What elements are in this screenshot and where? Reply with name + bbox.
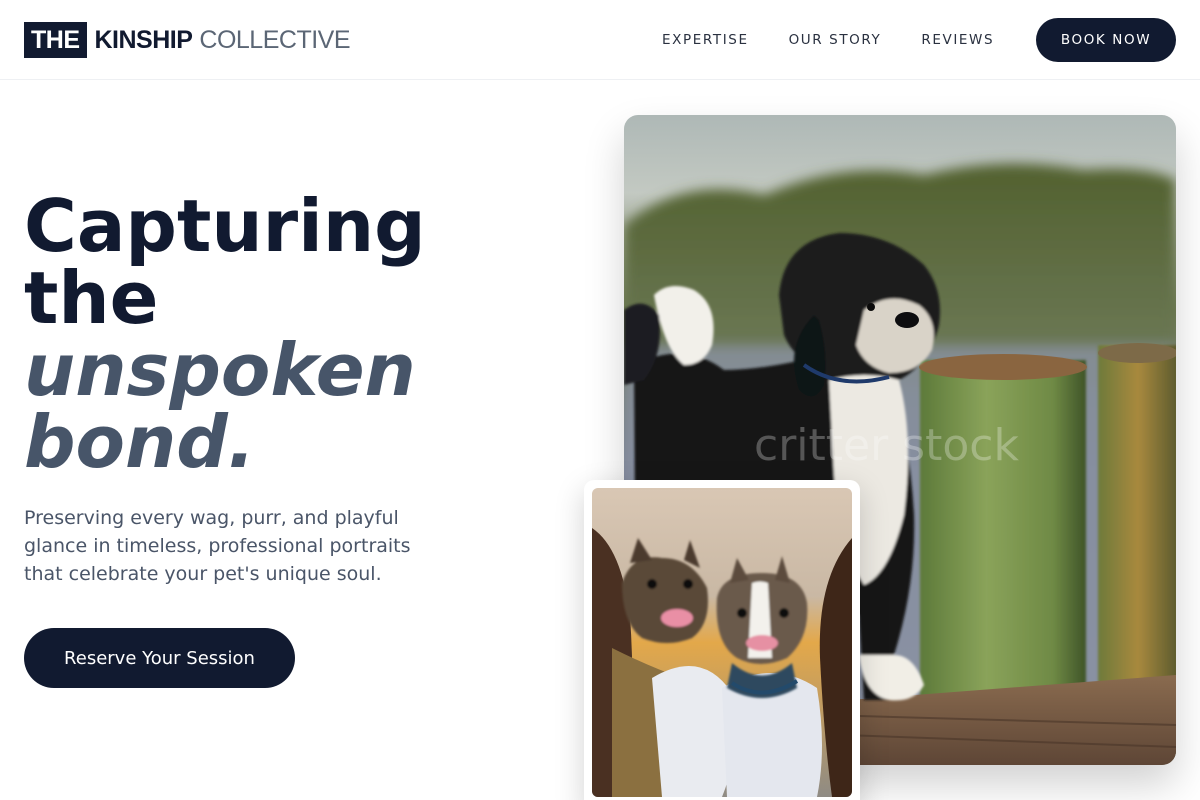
- logo-light-text: COLLECTIVE: [199, 25, 351, 54]
- logo-mark: THE: [24, 22, 87, 58]
- brand-logo[interactable]: THE KINSHIP COLLECTIVE: [24, 22, 351, 58]
- hero-title-line-1: Capturing: [24, 184, 426, 268]
- main-nav: EXPERTISE OUR STORY REVIEWS: [662, 32, 1034, 48]
- hero-description: Preserving every wag, purr, and playful …: [24, 507, 411, 585]
- bulldogs-photo: [592, 488, 852, 797]
- hero-title: Capturing the unspoken bond.: [24, 190, 544, 478]
- hero-title-line-3: unspoken: [24, 328, 416, 412]
- nav-link-expertise[interactable]: EXPERTISE: [662, 32, 749, 48]
- site-header: THE KINSHIP COLLECTIVE EXPERTISE OUR STO…: [0, 0, 1200, 80]
- nav-link-reviews[interactable]: REVIEWS: [921, 32, 994, 48]
- watermark-text: critter stock: [754, 420, 1019, 471]
- nav-link-our-story[interactable]: OUR STORY: [789, 32, 882, 48]
- hero-title-line-2: the: [24, 256, 159, 340]
- secondary-photo-frame: [584, 480, 860, 800]
- hero-title-line-4: bond.: [24, 400, 256, 484]
- logo-strong-text: KINSHIP: [94, 25, 193, 54]
- book-now-button[interactable]: BOOK NOW: [1036, 18, 1176, 62]
- reserve-session-button[interactable]: Reserve Your Session: [24, 628, 295, 688]
